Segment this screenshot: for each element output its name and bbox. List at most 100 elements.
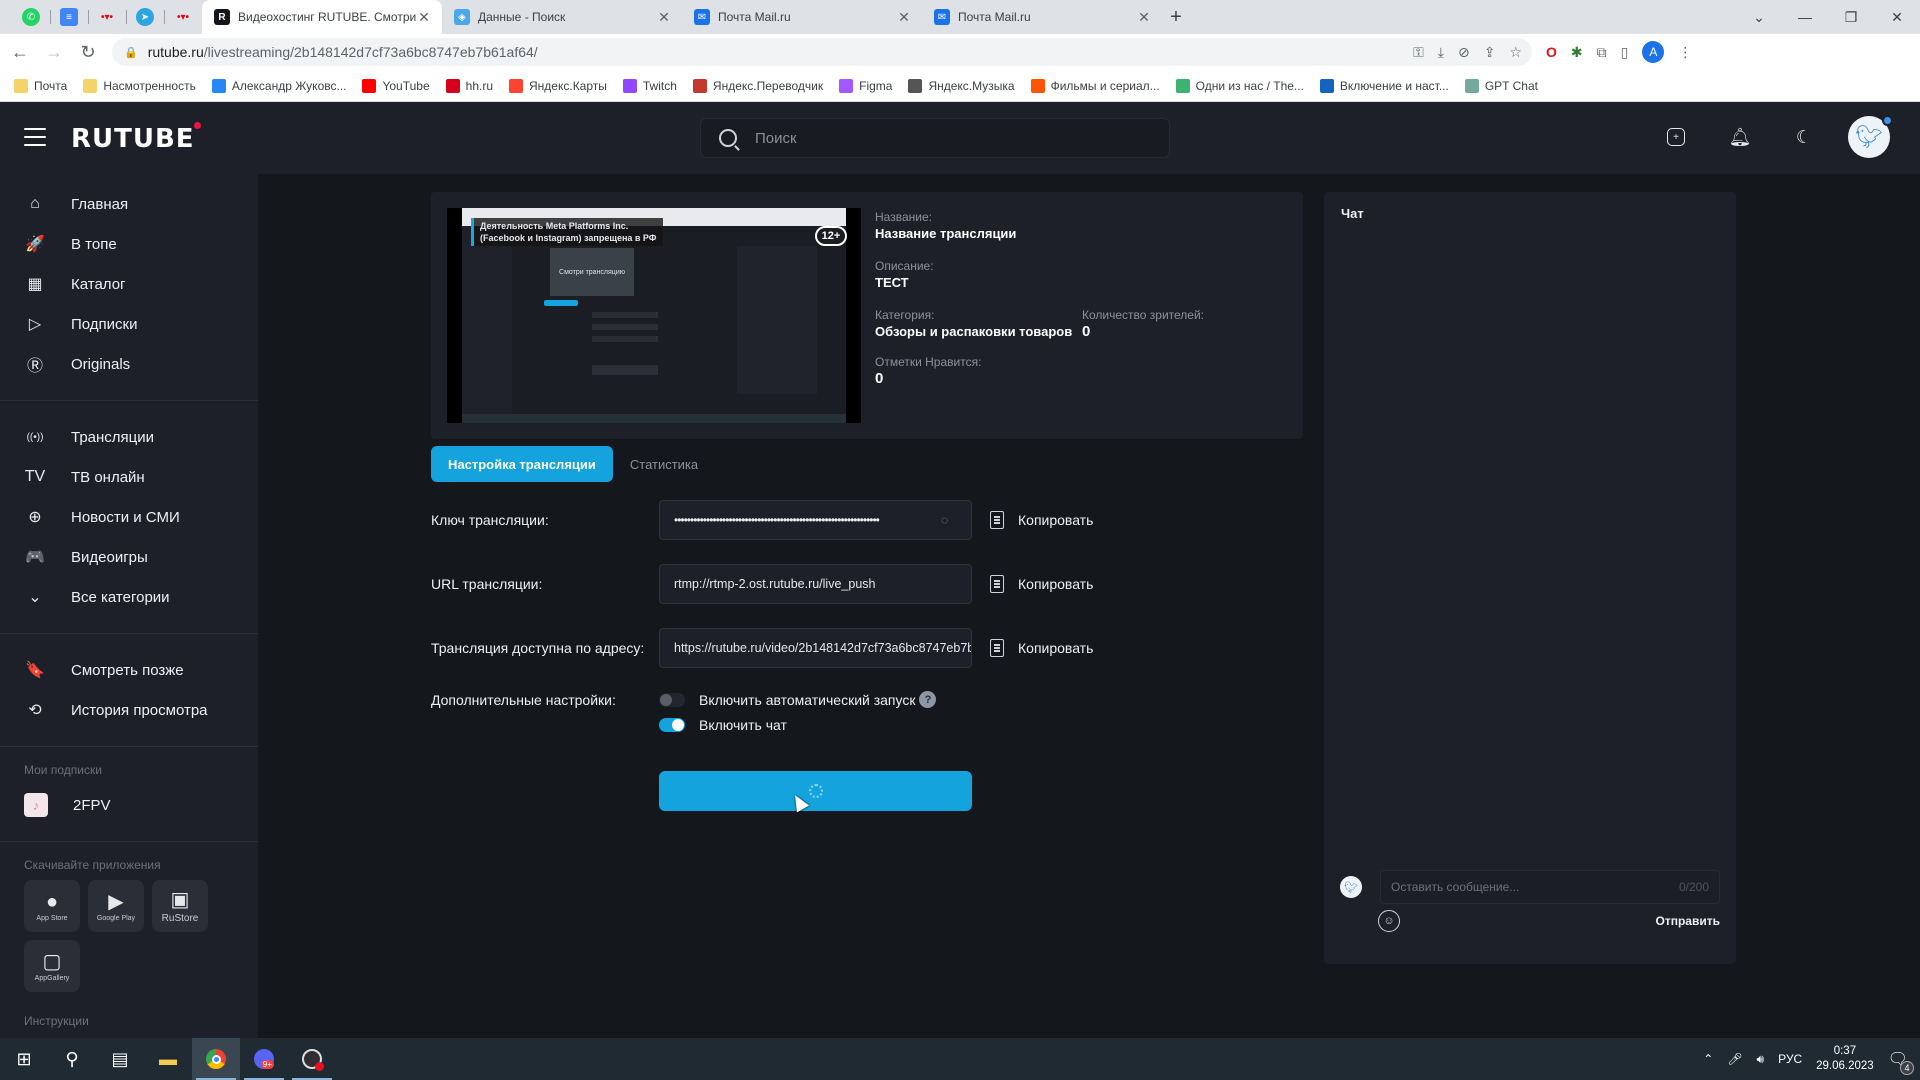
upload-button[interactable]: + bbox=[1656, 117, 1696, 157]
stream-key-field[interactable]: ••••••••••••••••••••••••••••••••••••••••… bbox=[659, 500, 972, 540]
close-icon[interactable]: ✕ bbox=[656, 9, 672, 26]
menu-kebab-icon[interactable]: ⋮ bbox=[1678, 44, 1692, 61]
tab-mail[interactable]: ✉ Почта Mail.ru ✕ bbox=[682, 0, 922, 34]
bookmark-item[interactable]: Figma bbox=[839, 78, 892, 93]
bookmark-item[interactable]: Фильмы и сериал... bbox=[1030, 78, 1160, 93]
reload-button[interactable]: ↻ bbox=[74, 38, 102, 66]
pinned-tab-docs[interactable]: ≡ bbox=[50, 0, 88, 34]
sidebar-item-grid[interactable]: ▦ Каталог bbox=[0, 264, 258, 304]
theme-toggle-button[interactable]: ☾ bbox=[1784, 117, 1824, 157]
bookmark-item[interactable]: Включение и наст... bbox=[1319, 78, 1449, 93]
pinned-tab-mts[interactable]: •▾• bbox=[88, 0, 126, 34]
pinned-tab-whatsapp[interactable]: ✆ bbox=[12, 0, 50, 34]
sidebar-item-gamepad[interactable]: 🎮 Видеоигры bbox=[0, 537, 258, 577]
app-store-button-appgallery[interactable]: ▢ AppGallery bbox=[24, 940, 80, 992]
chevron-up-icon[interactable]: ⌃ bbox=[1703, 1052, 1713, 1066]
bookmark-item[interactable]: Яндекс.Музыка bbox=[908, 78, 1015, 93]
close-icon[interactable]: ✕ bbox=[1136, 9, 1152, 26]
sidebar-item-globe[interactable]: ⊕ Новости и СМИ bbox=[0, 497, 258, 537]
restore-button[interactable]: ❐ bbox=[1828, 0, 1874, 34]
tab-mail-2[interactable]: ✉ Почта Mail.ru ✕ bbox=[922, 0, 1162, 34]
search-button[interactable]: ⚲ bbox=[48, 1038, 96, 1080]
obs-button[interactable] bbox=[288, 1038, 336, 1080]
puzzle-icon[interactable]: ⧉ bbox=[1597, 44, 1607, 61]
close-window-button[interactable]: ✕ bbox=[1874, 0, 1920, 34]
new-tab-button[interactable]: + bbox=[1162, 0, 1190, 34]
chrome-button[interactable] bbox=[192, 1038, 240, 1080]
stream-preview[interactable]: Смотри трансляцию Деятельность Meta Plat… bbox=[447, 208, 861, 423]
sidebar-item-history[interactable]: ⟲ История просмотра bbox=[0, 690, 258, 730]
minimize-button[interactable]: — bbox=[1782, 0, 1828, 34]
discord-button[interactable]: 9+ bbox=[240, 1038, 288, 1080]
tab-rutube[interactable]: R Видеохостинг RUTUBE. Смотрите ✕ bbox=[202, 0, 442, 34]
bookmark-item[interactable]: YouTube bbox=[362, 78, 430, 93]
profile-avatar[interactable]: A bbox=[1642, 41, 1665, 63]
back-button[interactable]: ← bbox=[6, 38, 34, 66]
sidebar-item-subscriptions[interactable]: ▷ Подписки bbox=[0, 304, 258, 344]
bookmark-item[interactable]: Почта bbox=[14, 78, 67, 93]
search-input[interactable]: Поиск bbox=[700, 118, 1170, 158]
copy-address-button[interactable]: Копировать bbox=[990, 639, 1093, 657]
sidebar-item-broadcast[interactable]: ((•)) Трансляции bbox=[0, 417, 258, 457]
start-stream-button[interactable] bbox=[659, 771, 972, 811]
app-store-button-google-play[interactable]: ▶ Google Play bbox=[88, 880, 144, 932]
autostart-toggle[interactable] bbox=[659, 692, 685, 707]
emoji-icon[interactable]: ☺ bbox=[1378, 910, 1400, 932]
copy-key-button[interactable]: Копировать bbox=[990, 511, 1093, 529]
hamburger-menu-icon[interactable] bbox=[24, 128, 46, 146]
key-icon[interactable]: ⚿ bbox=[1413, 44, 1424, 61]
lock-icon[interactable]: 🔒 bbox=[124, 46, 138, 59]
bookmark-item[interactable]: Twitch bbox=[622, 78, 677, 93]
address-bar[interactable]: 🔒 rutube.ru/livestreaming/2b148142d7cf73… bbox=[112, 38, 1532, 66]
pinned-tab-mts-2[interactable]: •▾• bbox=[164, 0, 202, 34]
sidebar-item-tv[interactable]: TV ТВ онлайн bbox=[0, 457, 258, 497]
chat-toggle[interactable] bbox=[659, 718, 685, 732]
close-icon[interactable]: ✕ bbox=[896, 9, 912, 26]
tab-search[interactable]: ◈ Данные - Поиск ✕ bbox=[442, 0, 682, 34]
eye-off-icon[interactable]: ◌ bbox=[941, 513, 957, 527]
sidebar-item-home[interactable]: ⌂ Главная bbox=[0, 184, 258, 224]
volume-icon[interactable]: 🔊︎ bbox=[1757, 1052, 1765, 1067]
action-center-button[interactable]: 🗨︎ 4 bbox=[1888, 1049, 1914, 1075]
tracking-off-icon[interactable]: ⊘ bbox=[1458, 44, 1470, 61]
clock[interactable]: 0:37 29.06.2023 bbox=[1816, 1044, 1874, 1074]
rutube-logo[interactable]: RUTUBE bbox=[71, 122, 201, 154]
tab-stream-settings[interactable]: Настройка трансляции bbox=[431, 446, 613, 482]
extension-icon[interactable]: ✱ bbox=[1571, 44, 1583, 61]
bookmark-item[interactable]: Яндекс.Переводчик bbox=[692, 78, 823, 93]
send-button[interactable]: Отправить bbox=[1656, 914, 1720, 928]
forward-button[interactable]: → bbox=[40, 38, 68, 66]
bookmark-item[interactable]: hh.ru bbox=[445, 78, 493, 93]
stream-address-field[interactable]: https://rutube.ru/video/2b148142d7cf73a6… bbox=[659, 628, 972, 668]
share-icon[interactable]: ⇪ bbox=[1484, 44, 1496, 61]
bookmark-item[interactable]: Александр Жуковс... bbox=[211, 78, 346, 93]
chat-message-input[interactable]: Оставить сообщение... 0/200 bbox=[1380, 870, 1720, 904]
start-button[interactable]: ⊞ bbox=[0, 1038, 48, 1080]
subscription-item[interactable]: ♪ 2FPV bbox=[0, 785, 258, 825]
notifications-button[interactable]: 🔔︎ bbox=[1720, 117, 1760, 157]
language-indicator[interactable]: РУС bbox=[1778, 1052, 1802, 1066]
app-store-button-apple[interactable]: ● App Store bbox=[24, 880, 80, 932]
close-icon[interactable]: ✕ bbox=[416, 9, 432, 26]
help-icon[interactable]: ? bbox=[919, 691, 937, 708]
pinned-tab-telegram[interactable]: ➤ bbox=[126, 0, 164, 34]
sidebar-item-originals[interactable]: Ⓡ Originals bbox=[0, 344, 258, 384]
task-view-button[interactable]: ▤ bbox=[96, 1038, 144, 1080]
install-icon[interactable]: ⤓ bbox=[1438, 44, 1444, 61]
bookmark-item[interactable]: Яндекс.Карты bbox=[509, 78, 607, 93]
opera-icon[interactable]: O bbox=[1546, 44, 1557, 60]
sidebar-item-rocket[interactable]: 🚀 В топе bbox=[0, 224, 258, 264]
side-panel-icon[interactable]: ▯ bbox=[1621, 44, 1629, 61]
microphone-icon[interactable]: 🎤︎ bbox=[1727, 1052, 1742, 1066]
bookmark-item[interactable]: GPT Chat bbox=[1464, 78, 1538, 93]
stream-url-field[interactable]: rtmp://rtmp-2.ost.rutube.ru/live_push bbox=[659, 564, 972, 604]
user-avatar[interactable]: 🐦︎ bbox=[1848, 115, 1893, 158]
tab-statistics[interactable]: Статистика bbox=[613, 446, 715, 482]
sidebar-item-chevron-down[interactable]: ⌄ Все категории bbox=[0, 577, 258, 617]
star-icon[interactable]: ☆ bbox=[1509, 44, 1522, 61]
bookmark-item[interactable]: Одни из нас / The... bbox=[1175, 78, 1304, 93]
sidebar-item-bookmark[interactable]: 🔖 Смотреть позже bbox=[0, 650, 258, 690]
app-store-button-rustore[interactable]: ▣ RuStore bbox=[152, 880, 208, 932]
file-explorer-button[interactable]: ▬ bbox=[144, 1038, 192, 1080]
tab-search-chevron-icon[interactable]: ⌄ bbox=[1736, 0, 1782, 34]
